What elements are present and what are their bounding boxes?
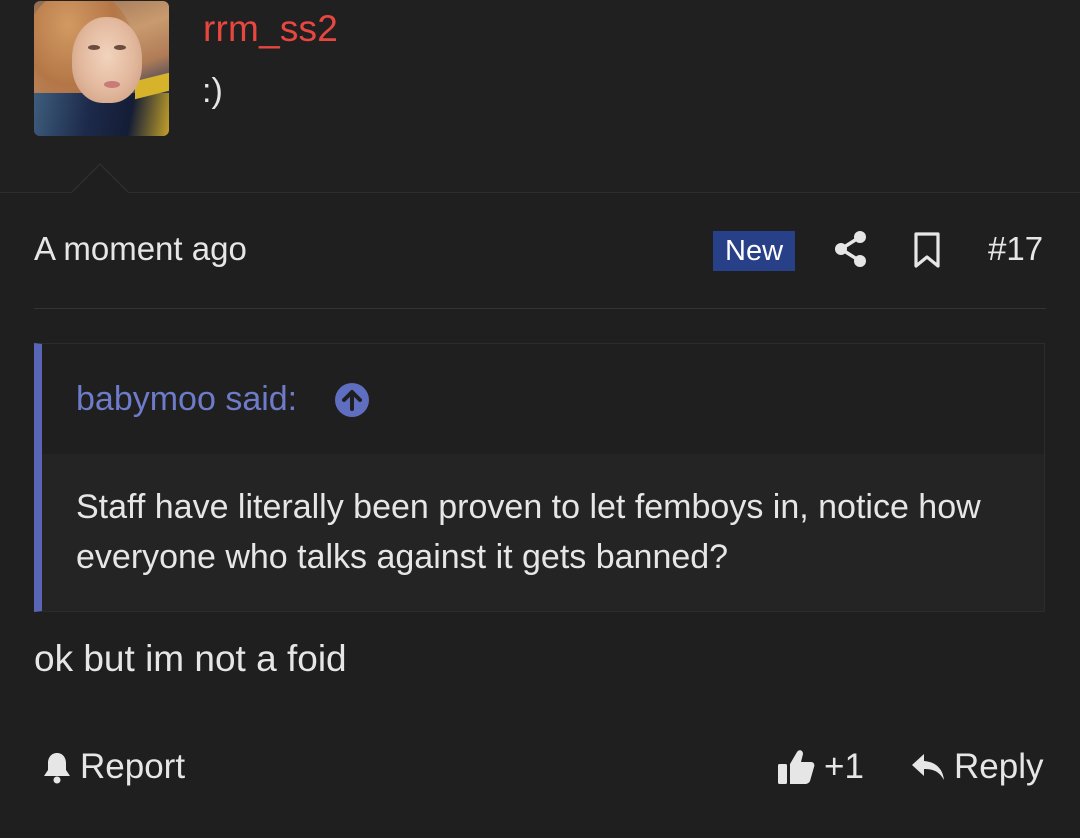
username-link[interactable]: rrm_ss2 — [203, 8, 338, 50]
post-time-link[interactable]: A moment ago — [34, 230, 247, 268]
avatar[interactable] — [34, 1, 169, 136]
reply-arrow-icon — [912, 754, 944, 780]
quote-block: babymoo said: Staff have literally been … — [34, 343, 1045, 612]
bell-icon — [44, 753, 70, 784]
quote-author-link[interactable]: babymoo said: — [76, 380, 297, 419]
message-text: ok but im not a foid — [34, 638, 347, 679]
reply-button[interactable]: Reply — [910, 742, 1043, 792]
like-count: +1 — [824, 747, 864, 786]
post-number-link[interactable]: #17 — [988, 230, 1043, 268]
user-header: rrm_ss2 :) — [0, 0, 1080, 193]
divider — [34, 308, 1046, 309]
post-page: rrm_ss2 :) A moment ago New #17 babymoo … — [0, 0, 1080, 838]
quote-text: Staff have literally been proven to let … — [76, 488, 981, 576]
bookmark-icon[interactable] — [913, 232, 941, 268]
user-title: :) — [202, 72, 223, 110]
like-button[interactable]: +1 — [776, 742, 864, 792]
report-label: Report — [80, 747, 186, 786]
quote-header: babymoo said: — [42, 344, 1044, 454]
report-button[interactable]: Report — [40, 742, 185, 792]
post-meta-bar: A moment ago New #17 — [34, 222, 1046, 278]
post-actions: Report +1 Reply — [0, 736, 1080, 796]
arrow-up-circle-icon[interactable] — [334, 382, 370, 418]
thumbs-up-icon — [778, 750, 815, 784]
reply-label: Reply — [954, 747, 1044, 786]
new-badge: New — [713, 231, 796, 271]
share-icon[interactable] — [834, 230, 868, 268]
